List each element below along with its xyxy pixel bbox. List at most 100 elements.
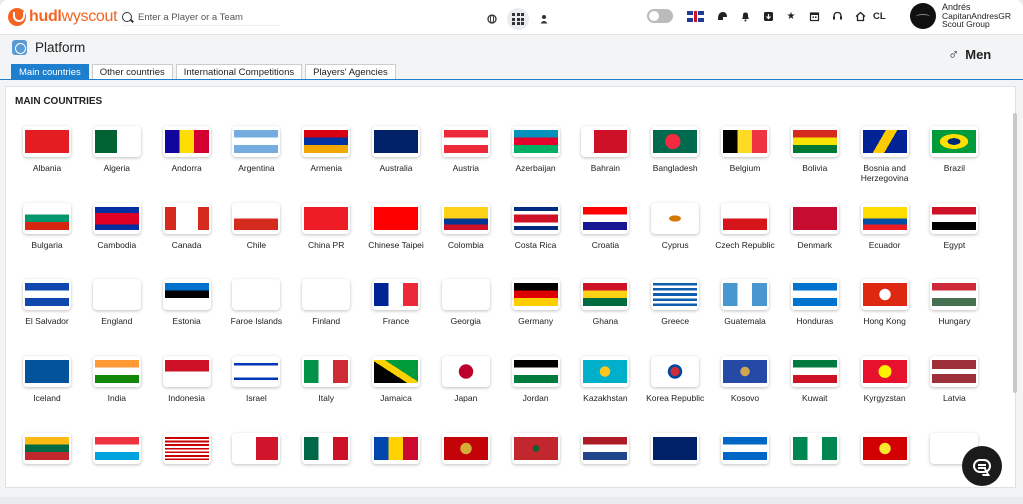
country-tile-finland[interactable]: Finland (291, 279, 361, 339)
country-tile-czech-republic[interactable]: Czech Republic (710, 202, 780, 263)
country-tile-israel[interactable]: Israel (221, 356, 291, 416)
language-flag-icon[interactable] (687, 10, 704, 22)
country-tile-bangladesh[interactable]: Bangladesh (640, 126, 710, 186)
calendar-icon[interactable] (808, 10, 820, 22)
flag-frame (372, 202, 420, 234)
flag-frame (23, 202, 71, 234)
country-tile-kosovo[interactable]: Kosovo (710, 356, 780, 416)
country-tile-algeria[interactable]: Algeria (82, 126, 152, 186)
country-tile-row5-4[interactable] (291, 432, 361, 487)
star-icon[interactable]: ★ (785, 10, 797, 22)
country-tile-row5-12[interactable] (850, 432, 920, 487)
country-tile-colombia[interactable]: Colombia (431, 202, 501, 263)
country-tile-andorra[interactable]: Andorra (152, 126, 222, 186)
country-tile-cambodia[interactable]: Cambodia (82, 202, 152, 263)
country-tile-kuwait[interactable]: Kuwait (780, 356, 850, 416)
person-view-icon[interactable] (535, 10, 553, 28)
global-search[interactable] (122, 9, 280, 26)
country-tile-ghana[interactable]: Ghana (570, 279, 640, 339)
country-tile-row5-9[interactable] (640, 432, 710, 487)
country-tile-england[interactable]: England (82, 279, 152, 339)
country-tile-row5-11[interactable] (780, 432, 850, 487)
country-tile-germany[interactable]: Germany (501, 279, 571, 339)
tab-main-countries[interactable]: Main countries (11, 64, 89, 80)
avatar[interactable] (910, 3, 936, 29)
country-tile-row5-8[interactable] (570, 432, 640, 487)
country-tile-canada[interactable]: Canada (152, 202, 222, 263)
globe-view-icon[interactable] (483, 10, 501, 28)
flag-icon (792, 130, 837, 153)
country-tile-albania[interactable]: Albania (12, 126, 82, 186)
country-tile-bulgaria[interactable]: Bulgaria (12, 202, 82, 263)
bell-icon[interactable] (739, 10, 751, 22)
country-tile-greece[interactable]: Greece (640, 279, 710, 339)
home-icon[interactable] (854, 10, 866, 22)
flag-frame (511, 432, 560, 464)
chat-button[interactable] (962, 446, 1002, 486)
country-tile-australia[interactable]: Australia (361, 126, 431, 186)
dark-mode-toggle[interactable] (647, 9, 673, 23)
country-tile-estonia[interactable]: Estonia (152, 279, 222, 339)
country-tile-brazil[interactable]: Brazil (919, 126, 989, 186)
country-tile-austria[interactable]: Austria (431, 126, 501, 186)
country-tile-france[interactable]: France (361, 279, 431, 339)
country-tile-row5-5[interactable] (361, 432, 431, 487)
country-tile-el-salvador[interactable]: El Salvador (12, 279, 82, 339)
country-tile-bosnia-and-herzegovina[interactable]: Bosnia and Herzegovina (850, 126, 920, 186)
country-tile-bolivia[interactable]: Bolivia (780, 126, 850, 186)
headset-icon[interactable] (831, 10, 843, 22)
gender-selector[interactable]: ♂ Men (948, 46, 991, 63)
country-tile-kyrgyzstan[interactable]: Kyrgyzstan (850, 356, 920, 416)
country-tile-italy[interactable]: Italy (291, 356, 361, 416)
country-tile-row5-3[interactable] (221, 432, 291, 487)
country-tile-guatemala[interactable]: Guatemala (710, 279, 780, 339)
country-tile-honduras[interactable]: Honduras (780, 279, 850, 339)
country-tile-cyprus[interactable]: Cyprus (640, 202, 710, 263)
user-menu[interactable]: Andrés CapitanAndresGR Scout Group (910, 3, 1011, 29)
country-tile-row5-7[interactable] (501, 432, 571, 487)
country-tile-row5-0[interactable] (12, 432, 82, 487)
country-tile-row5-10[interactable] (710, 432, 780, 487)
grid-view-icon[interactable] (507, 8, 529, 30)
country-tile-faroe-islands[interactable]: Faroe Islands (221, 279, 291, 339)
country-tile-ecuador[interactable]: Ecuador (850, 202, 920, 263)
country-tile-croatia[interactable]: Croatia (570, 202, 640, 263)
helmet-icon[interactable] (716, 10, 728, 22)
scrollbar[interactable] (1013, 113, 1017, 393)
window-bottom-edge (0, 497, 1023, 504)
country-tile-kazakhstan[interactable]: Kazakhstan (570, 356, 640, 416)
country-tile-argentina[interactable]: Argentina (221, 126, 291, 186)
hudl-wyscout-logo[interactable]: hudl wyscout (8, 7, 118, 27)
country-code[interactable]: CL (873, 11, 886, 22)
country-tile-denmark[interactable]: Denmark (780, 202, 850, 263)
download-icon[interactable] (762, 10, 774, 22)
country-tile-hong-kong[interactable]: Hong Kong (850, 279, 920, 339)
country-tile-iceland[interactable]: Iceland (12, 356, 82, 416)
tab-other-countries[interactable]: Other countries (91, 64, 173, 80)
tab-international-competitions[interactable]: International Competitions (175, 64, 303, 80)
country-tile-row5-6[interactable] (431, 432, 501, 487)
country-tile-india[interactable]: India (82, 356, 152, 416)
country-tile-armenia[interactable]: Armenia (291, 126, 361, 186)
country-tile-row5-2[interactable] (152, 432, 222, 487)
tab-players-agencies[interactable]: Players' Agencies (305, 64, 396, 80)
app-window: hudl wyscout Enter a Player or a Team ★ … (0, 0, 1023, 504)
country-tile-bahrain[interactable]: Bahrain (570, 126, 640, 186)
country-tile-georgia[interactable]: Georgia (431, 279, 501, 339)
country-tile-belgium[interactable]: Belgium (710, 126, 780, 186)
country-tile-azerbaijan[interactable]: Azerbaijan (501, 126, 571, 186)
country-tile-costa-rica[interactable]: Costa Rica (501, 202, 571, 263)
country-tile-japan[interactable]: Japan (431, 356, 501, 416)
country-tile-chile[interactable]: Chile (221, 202, 291, 263)
country-tile-hungary[interactable]: Hungary (919, 279, 989, 339)
country-tile-jamaica[interactable]: Jamaica (361, 356, 431, 416)
country-tile-jordan[interactable]: Jordan (501, 356, 571, 416)
search-input[interactable] (138, 11, 278, 23)
country-tile-china-pr[interactable]: China PR (291, 202, 361, 263)
country-tile-latvia[interactable]: Latvia (919, 356, 989, 416)
country-tile-row5-1[interactable] (82, 432, 152, 487)
country-tile-chinese-taipei[interactable]: Chinese Taipei (361, 202, 431, 263)
country-tile-korea-republic[interactable]: Korea Republic (640, 356, 710, 416)
country-tile-indonesia[interactable]: Indonesia (152, 356, 222, 416)
country-tile-egypt[interactable]: Egypt (919, 202, 989, 263)
